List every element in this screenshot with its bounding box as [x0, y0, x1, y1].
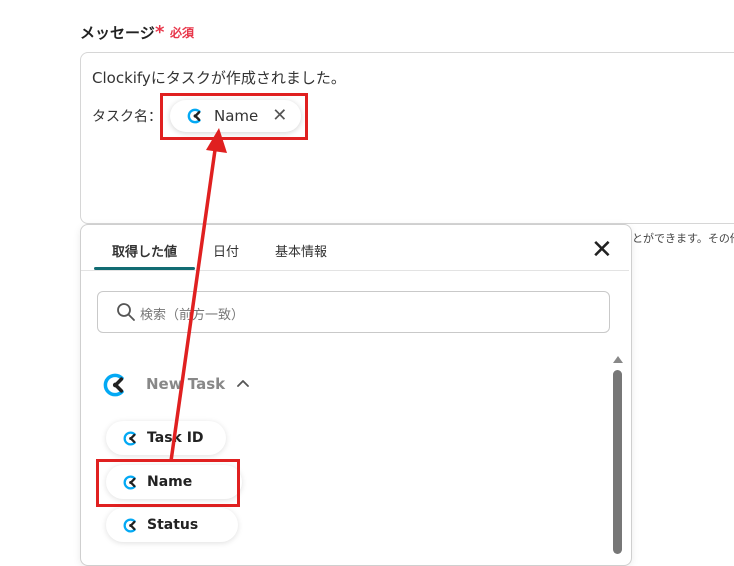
annotation-arrow: [169, 128, 227, 462]
